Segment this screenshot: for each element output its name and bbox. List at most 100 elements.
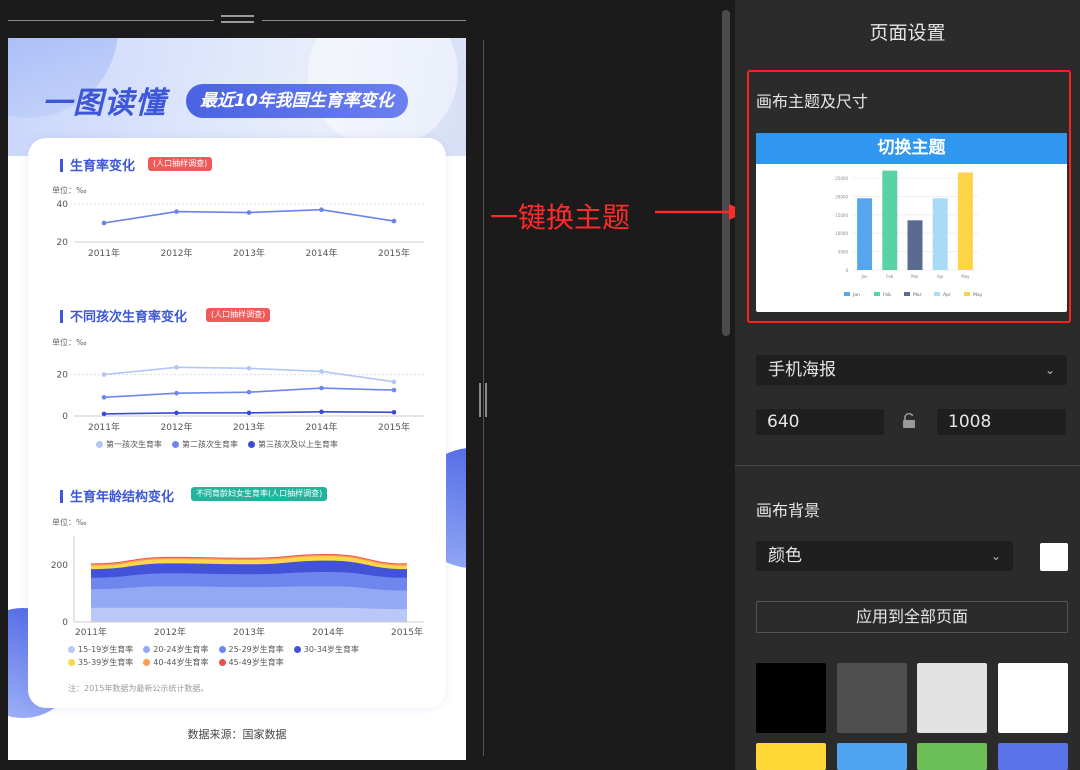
legend-swatch: [904, 292, 910, 296]
data-point: [319, 409, 324, 415]
data-point: [319, 207, 324, 212]
data-point: [246, 366, 252, 371]
data-point: [174, 365, 179, 370]
section-title: 生育年龄结构变化: [60, 486, 174, 505]
x-tick-label: Mar: [911, 274, 919, 279]
legend-item: 第二孩次生育率: [172, 439, 238, 450]
legend-dot: [68, 646, 75, 653]
color-swatch[interactable]: [756, 743, 826, 770]
data-point: [174, 390, 179, 396]
legend-item: 25-29岁生育率: [218, 643, 284, 656]
data-point: [246, 410, 252, 416]
legend-dot: [68, 659, 75, 666]
color-swatch[interactable]: [998, 743, 1068, 770]
apply-all-pages-button[interactable]: 应用到全部页面: [756, 601, 1068, 633]
color-swatch[interactable]: [917, 743, 987, 770]
legend-swatch: [844, 292, 850, 296]
chevron-down-icon: ⌄: [1044, 363, 1055, 377]
canvas-scrollbar[interactable]: [722, 10, 730, 336]
poster-canvas[interactable]: 一图读懂 最近10年我国生育率变化 生育率变化 (人口抽样调查) 单位：‰ 20…: [8, 38, 466, 760]
canvas-width-input[interactable]: [756, 409, 884, 435]
data-point: [319, 385, 324, 391]
section-badge: (人口抽样调查): [206, 308, 271, 322]
y-tick-label: 0: [62, 618, 68, 628]
data-point: [246, 210, 252, 215]
legend-label: Mar: [913, 292, 922, 298]
chart-legend: 第一孩次生育率 第二孩次生育率 第三孩次及以上生育率: [96, 439, 348, 450]
legend-label: Apr: [943, 292, 951, 298]
x-tick-label: Feb: [886, 274, 894, 279]
bar: [957, 172, 973, 270]
legend-label: 第一孩次生育率: [106, 440, 162, 449]
y-tick-label: 25000: [835, 176, 848, 181]
legend-dot: [96, 441, 103, 448]
data-point: [101, 372, 107, 377]
x-tick-label: 2015年: [391, 626, 423, 638]
legend-label: 15-19岁生育率: [78, 645, 134, 654]
switch-theme-card[interactable]: 切换主题 0 5000 10000 15000 20000 25000 Jan Feb Mar A…: [756, 133, 1067, 312]
data-point: [391, 409, 397, 415]
background-type-select[interactable]: 颜色 ⌄: [756, 541, 1013, 571]
x-tick-label: 2014年: [312, 626, 344, 638]
color-swatch[interactable]: [756, 663, 826, 733]
legend-item: 30-34岁生育率: [293, 643, 359, 656]
legend-item: 40-44岁生育率: [143, 656, 209, 669]
data-point: [101, 411, 107, 417]
color-swatch[interactable]: [837, 663, 907, 733]
y-tick-label: 200: [51, 561, 68, 571]
legend-item: 20-24岁生育率: [143, 643, 209, 656]
data-point: [174, 410, 179, 416]
bar: [932, 198, 948, 270]
annotation-arrow-icon: [655, 204, 746, 220]
x-tick-label: Apr: [937, 274, 944, 279]
y-tick-label: 10000: [835, 231, 848, 236]
size-preset-value: 手机海报: [768, 360, 836, 380]
chevron-down-icon: ⌄: [990, 549, 1001, 563]
section-badge: (人口抽样调查): [148, 157, 213, 171]
poster-title: 一图读懂: [42, 86, 166, 121]
x-tick-label: 2011年: [88, 247, 120, 259]
background-section-title: 画布背景: [756, 501, 821, 520]
switch-theme-button[interactable]: 切换主题: [756, 133, 1067, 164]
legend-dot: [293, 646, 301, 653]
bar: [907, 220, 923, 270]
y-tick-label: 15000: [835, 213, 848, 218]
canvas-drag-handle[interactable]: [221, 15, 254, 27]
theme-preview-bar-chart: 0 5000 10000 15000 20000 25000 Jan Feb Mar Apr May…: [835, 170, 983, 298]
color-swatch[interactable]: [917, 663, 987, 733]
poster-subtitle: 最近10年我国生育率变化: [186, 84, 408, 118]
canvas-height-input[interactable]: [937, 409, 1066, 435]
x-tick-label: 2011年: [75, 626, 107, 638]
legend-swatch: [964, 292, 970, 296]
legend-dot: [218, 646, 226, 653]
data-point: [391, 379, 397, 385]
color-swatch[interactable]: [998, 663, 1068, 733]
background-color-picker[interactable]: [1040, 543, 1068, 571]
background-type-value: 颜色: [768, 546, 802, 566]
canvas-area: 一图读懂 最近10年我国生育率变化 生育率变化 (人口抽样调查) 单位：‰ 20…: [0, 0, 735, 770]
legend-swatch: [934, 292, 940, 296]
x-tick-label: 2011年: [88, 421, 120, 433]
legend-item: 第三孩次及以上生育率: [248, 439, 338, 450]
data-point: [319, 369, 324, 374]
y-tick-label: 40: [57, 200, 69, 210]
unit-label: 单位：‰: [52, 186, 87, 195]
x-tick-label: 2012年: [161, 421, 193, 433]
unlock-icon[interactable]: [902, 413, 916, 429]
size-preset-select[interactable]: 手机海报 ⌄: [756, 355, 1067, 385]
section-title: 生育率变化: [60, 155, 135, 174]
data-point: [246, 389, 252, 395]
canvas-resize-grip[interactable]: [478, 383, 488, 417]
legend-label: May: [973, 292, 983, 298]
legend-dot: [218, 659, 226, 666]
legend-dot: [143, 659, 151, 666]
data-point: [101, 220, 107, 226]
data-point: [391, 387, 397, 393]
age-structure-area-chart: 0 200 2011年 2012年 2013年 2014年 2015年: [51, 536, 424, 638]
legend-label: 35-39岁生育率: [78, 658, 134, 667]
color-swatch[interactable]: [837, 743, 907, 770]
top-rule-right: [262, 20, 466, 21]
panel-title: 页面设置: [869, 22, 946, 44]
section-badge: 不同育龄妇女生育率(人口抽样调查): [191, 487, 328, 501]
area-series: [91, 607, 407, 622]
